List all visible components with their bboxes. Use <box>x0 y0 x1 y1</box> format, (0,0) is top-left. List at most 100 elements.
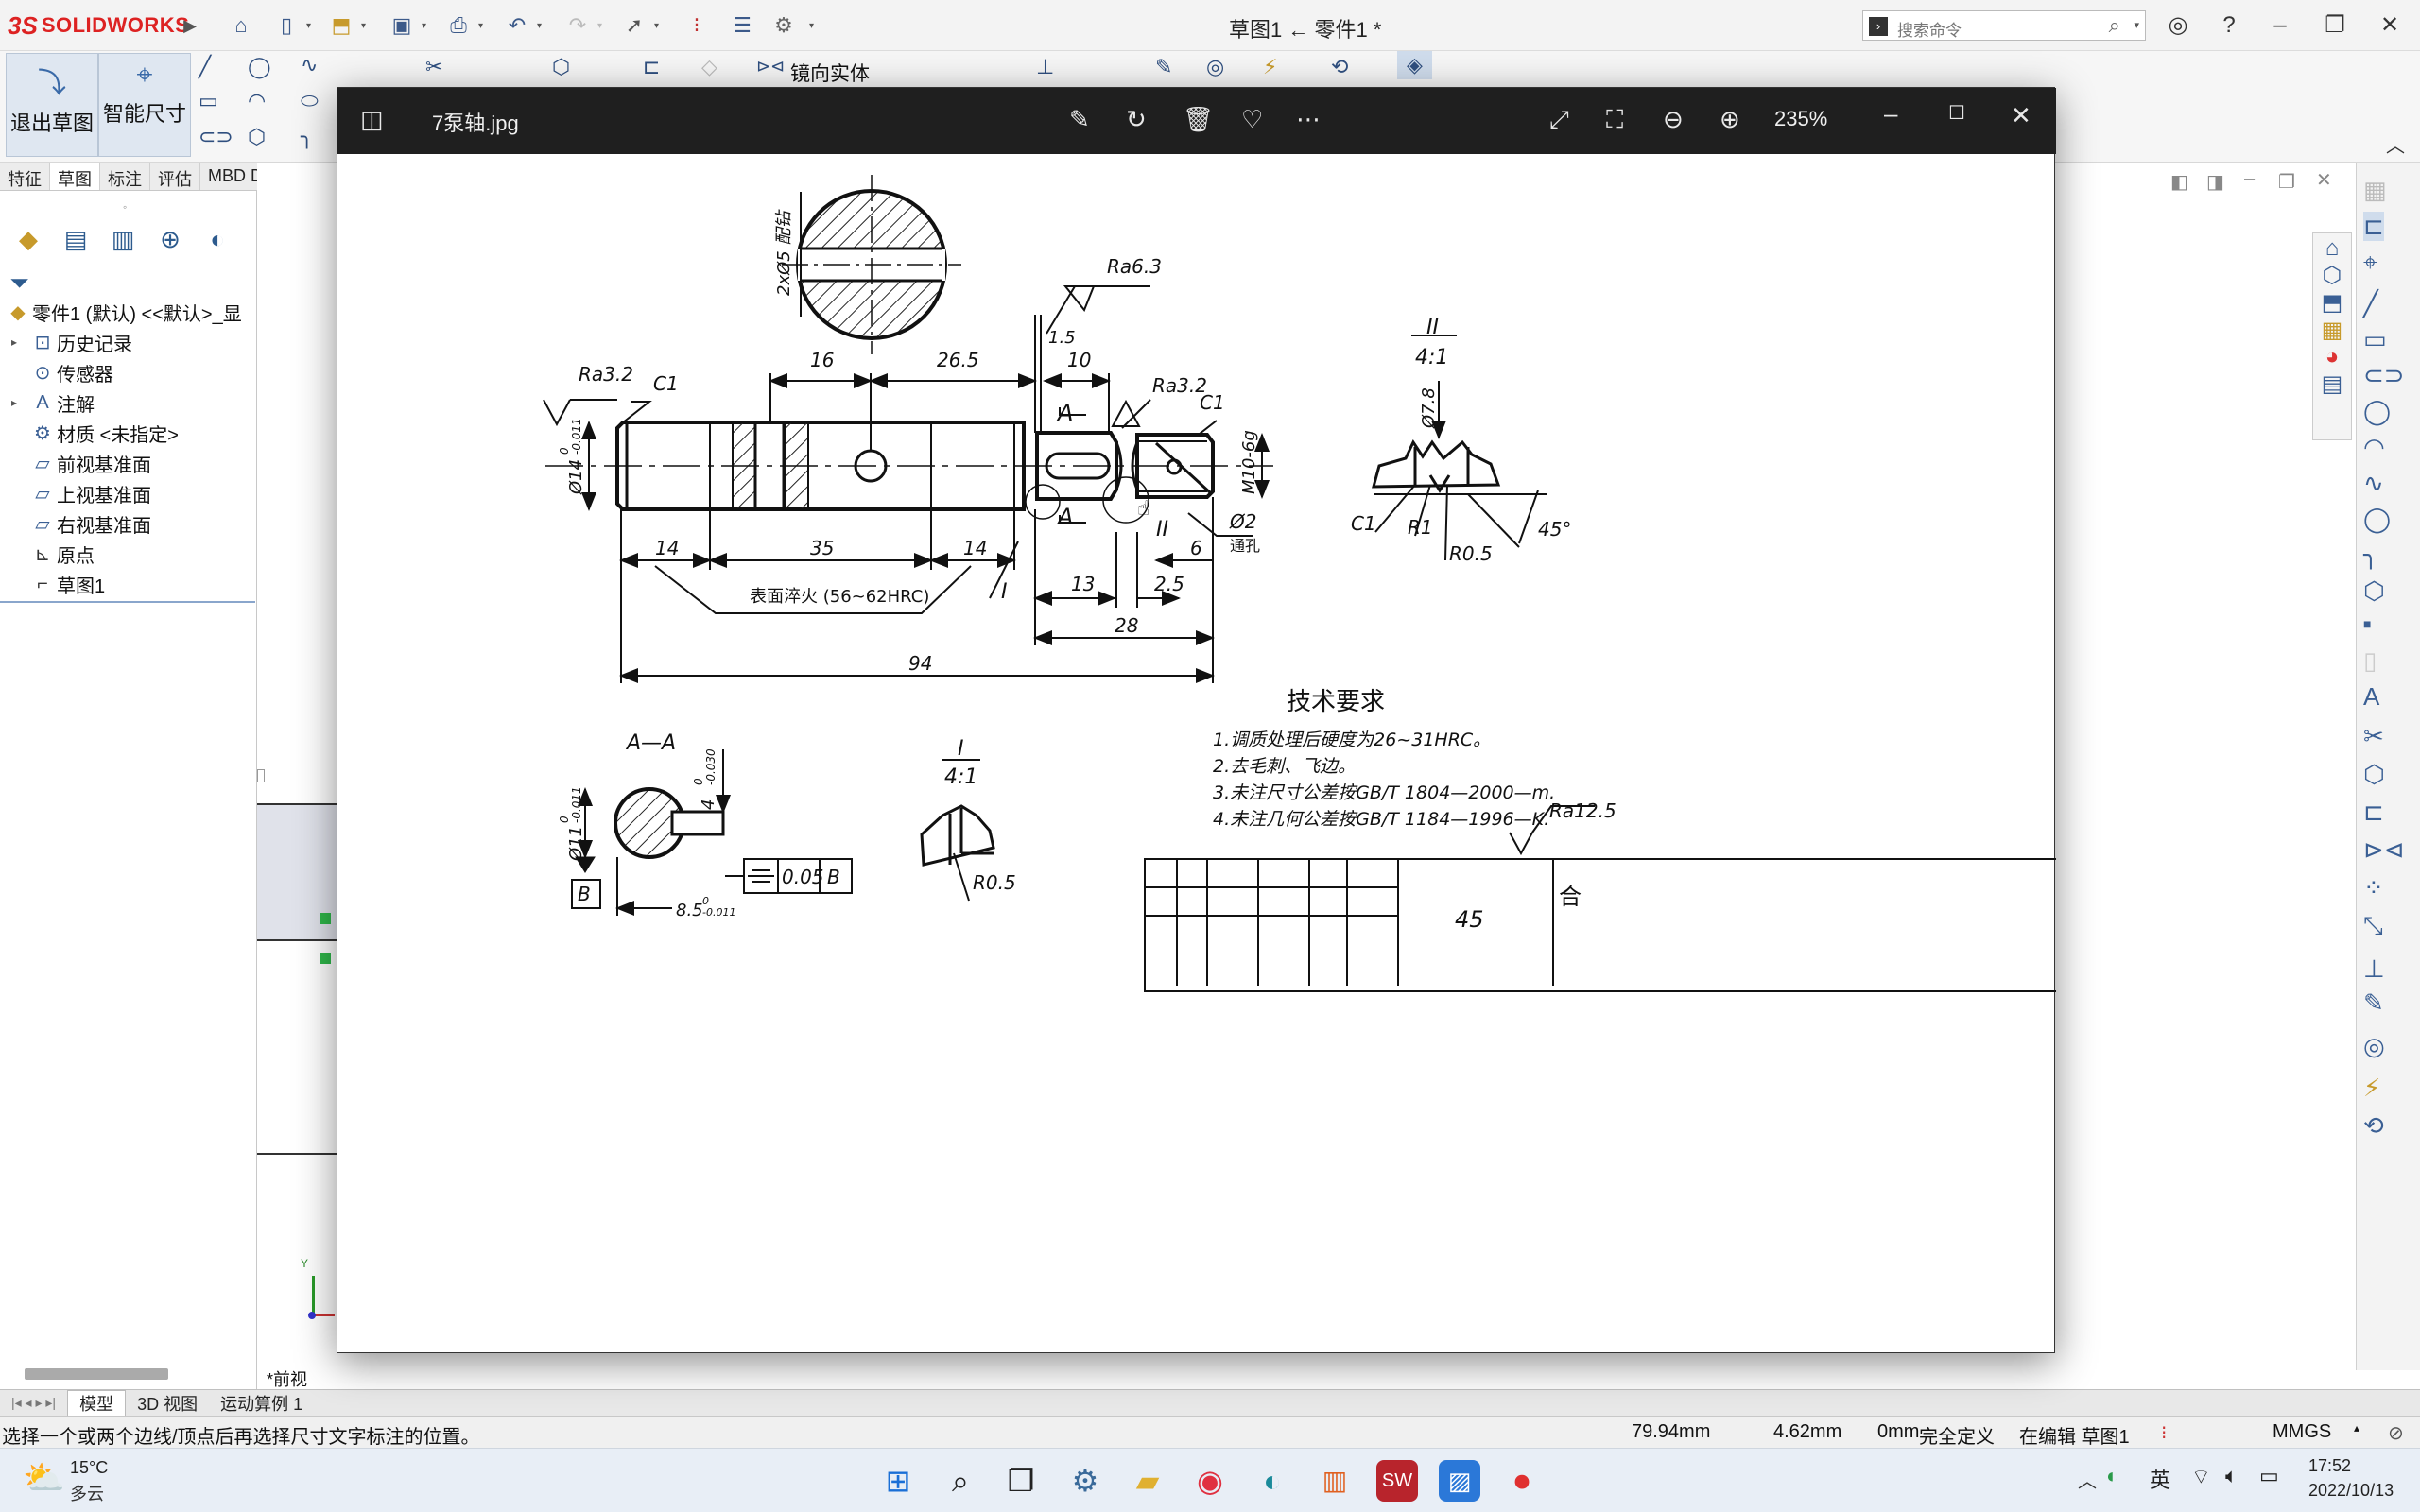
delete-icon[interactable]: 🗑︎ <box>1183 105 1214 134</box>
strip-repair-icon[interactable]: ✎ <box>2363 988 2384 1018</box>
polygon-icon[interactable]: ⬡ <box>248 125 266 149</box>
new-document-icon[interactable]: ▯ <box>272 11 301 40</box>
rebuild-status-icon[interactable]: ⁝ <box>2161 1421 2167 1445</box>
select-pointer-icon[interactable]: ➚ <box>620 11 648 40</box>
tree-item-annotations[interactable]: ▸ A 注解 <box>11 387 95 418</box>
solidworks-taskbar-icon[interactable]: SW <box>1376 1460 1418 1502</box>
search-icon[interactable]: ⌕ <box>2109 13 2120 38</box>
strip-centerline-icon[interactable]: ▯ <box>2363 646 2377 676</box>
weather-description[interactable]: 多云 <box>70 1481 104 1505</box>
photos-app-icon[interactable]: ▨ <box>1439 1460 1480 1502</box>
restore-icon[interactable]: ❐ <box>2316 9 2354 42</box>
feature-tree-tab-icon[interactable]: ◆ <box>8 225 49 259</box>
strip-spline-icon[interactable]: ∿ <box>2363 469 2384 498</box>
screen-recorder-icon[interactable]: ⏺ <box>1501 1460 1543 1502</box>
options-gear-icon[interactable]: ⚙ <box>769 11 798 40</box>
tab-nav-arrows-icon[interactable]: |◂ ◂ ▸ ▸| <box>0 1395 67 1411</box>
offset-entities-icon[interactable]: ⊏ <box>643 55 660 79</box>
instant2d-icon[interactable]: ⟲ <box>1331 55 1348 79</box>
strip-convert-icon[interactable]: ⬡ <box>2363 760 2385 789</box>
clock-date[interactable]: 2022/10/13 <box>2308 1481 2394 1501</box>
filter-icon[interactable]: ⏷ <box>9 268 29 299</box>
netease-music-icon[interactable]: ◉ <box>1189 1460 1231 1502</box>
strip-slot-icon[interactable]: ⊂⊃ <box>2363 361 2405 390</box>
favorite-heart-icon[interactable]: ♡ <box>1241 105 1263 134</box>
arc-icon[interactable]: ◠ <box>248 89 266 113</box>
edit-image-icon[interactable]: ✎ <box>1069 105 1090 134</box>
tab-model[interactable]: 模型 <box>67 1389 127 1417</box>
input-method-indicator[interactable]: 英 <box>2150 1464 2170 1494</box>
undo-dropdown-icon[interactable]: ▾ <box>537 21 542 31</box>
tile-right-icon[interactable]: ◨ <box>2206 170 2224 194</box>
expand-menu-icon[interactable]: ▶ <box>176 11 204 40</box>
redo-icon[interactable]: ↷ <box>563 11 592 40</box>
tab-markup[interactable]: 标注 <box>100 163 150 190</box>
open-folder-icon[interactable]: ⬒ <box>327 11 355 40</box>
battery-icon[interactable]: ▭ <box>2259 1464 2279 1488</box>
more-options-icon[interactable]: ⋯ <box>1296 105 1321 134</box>
repair-sketch-icon[interactable]: ✎ <box>1155 55 1172 79</box>
select-dropdown-icon[interactable]: ▾ <box>654 21 659 31</box>
volume-icon[interactable]: 🔈︎ <box>2225 1464 2238 1488</box>
search-commands-input[interactable]: › 搜索命令 ⌕ ▾ <box>1862 10 2146 41</box>
search-taskbar-icon[interactable]: ⌕ <box>940 1460 981 1502</box>
panel-grip-icon[interactable]: ◦ <box>123 200 127 214</box>
redo-dropdown-icon[interactable]: ▾ <box>597 21 602 31</box>
file-explorer-icon[interactable]: ▦ <box>2313 317 2351 344</box>
tree-item-material[interactable]: ⚙ 材质 <未指定> <box>11 418 179 448</box>
zoom-level[interactable]: 235% <box>1774 107 1827 131</box>
surface-offset-icon[interactable]: ◇ <box>701 55 717 79</box>
help-icon[interactable]: ? <box>2210 9 2248 42</box>
line-icon[interactable]: ╱ <box>199 55 211 79</box>
rollback-bar[interactable] <box>0 601 255 603</box>
new-dropdown-icon[interactable]: ▾ <box>306 21 311 31</box>
convert-entities-icon[interactable]: ⬡ <box>552 55 570 79</box>
graphics-restore-icon[interactable]: ❐ <box>2278 170 2295 194</box>
show-hidden-icons[interactable]: ︿ <box>2078 1466 2097 1493</box>
tile-left-icon[interactable]: ◧ <box>2170 170 2188 194</box>
strip-offset-icon[interactable]: ⊏ <box>2363 798 2384 827</box>
customize-status-icon[interactable]: ⊘ <box>2388 1421 2404 1445</box>
strip-point-icon[interactable]: ■ <box>2363 616 2371 631</box>
sketch-line[interactable] <box>257 1153 337 1155</box>
strip-rapid-sketch-icon[interactable]: ⚡ <box>2363 1074 2380 1103</box>
tree-root-part[interactable]: ◆ 零件1 (默认) <<默认>_显 <box>4 297 241 327</box>
save-dropdown-icon[interactable]: ▾ <box>422 21 426 31</box>
rectangle-icon[interactable]: ▭ <box>199 89 218 113</box>
zoom-out-icon[interactable]: ⊖ <box>1663 105 1684 134</box>
tab-motion-study[interactable]: 运动算例 1 <box>209 1391 314 1416</box>
dimxpert-icon[interactable]: ⊕ <box>149 225 191 259</box>
property-manager-icon[interactable]: ▤ <box>55 225 96 259</box>
rotate-icon[interactable]: ↻ <box>1126 105 1147 134</box>
rapid-sketch-icon[interactable]: ⚡ <box>1263 55 1277 79</box>
mirror-entities-label[interactable]: 镜向实体 <box>790 59 870 87</box>
wifi-icon[interactable]: ⌔ <box>2191 1464 2211 1490</box>
strip-trim-icon[interactable]: ✂ <box>2363 722 2384 751</box>
settings-gear-icon[interactable]: ⚙ <box>1064 1460 1106 1502</box>
file-explorer-icon[interactable]: ▰ <box>1127 1460 1168 1502</box>
photos-app-icon[interactable]: ◫ <box>360 105 384 134</box>
user-account-icon[interactable]: ◎ <box>2159 9 2197 42</box>
tray-app-icon[interactable]: ◐ <box>2106 1464 2118 1488</box>
mirror-entities-icon[interactable]: ⊳⊲ <box>756 57 785 77</box>
undo-icon[interactable]: ↶ <box>503 11 531 40</box>
strip-relations-icon[interactable]: ⊥ <box>2363 954 2385 984</box>
open-dropdown-icon[interactable]: ▾ <box>361 21 366 31</box>
slot-icon[interactable]: ⊂⊃ <box>199 125 233 149</box>
appearances-icon[interactable]: ◕ <box>2313 344 2351 370</box>
tree-item-right-plane[interactable]: ▱ 右视基准面 <box>11 508 151 539</box>
panel-splitter[interactable] <box>257 769 265 782</box>
print-dropdown-icon[interactable]: ▾ <box>478 21 483 31</box>
tree-item-origin[interactable]: ⊾ 原点 <box>11 539 95 569</box>
minimize-icon[interactable]: – <box>2261 9 2299 42</box>
expand-icon[interactable]: ▸ <box>11 396 28 409</box>
edge-browser-icon[interactable]: ◐ <box>1252 1460 1293 1502</box>
ellipse-icon[interactable]: ⬭ <box>301 89 319 113</box>
quick-snaps-icon[interactable]: ◎ <box>1206 55 1224 79</box>
display-manager-icon[interactable]: ◐ <box>197 225 238 259</box>
strip-polygon-icon[interactable]: ⬡ <box>2363 576 2385 606</box>
sketch-point[interactable] <box>320 953 331 964</box>
tree-item-front-plane[interactable]: ▱ 前视基准面 <box>11 448 151 478</box>
strip-sketch-icon[interactable]: ⊏ <box>2363 212 2384 241</box>
3d-views-icon[interactable]: ⬡ <box>2313 262 2351 289</box>
